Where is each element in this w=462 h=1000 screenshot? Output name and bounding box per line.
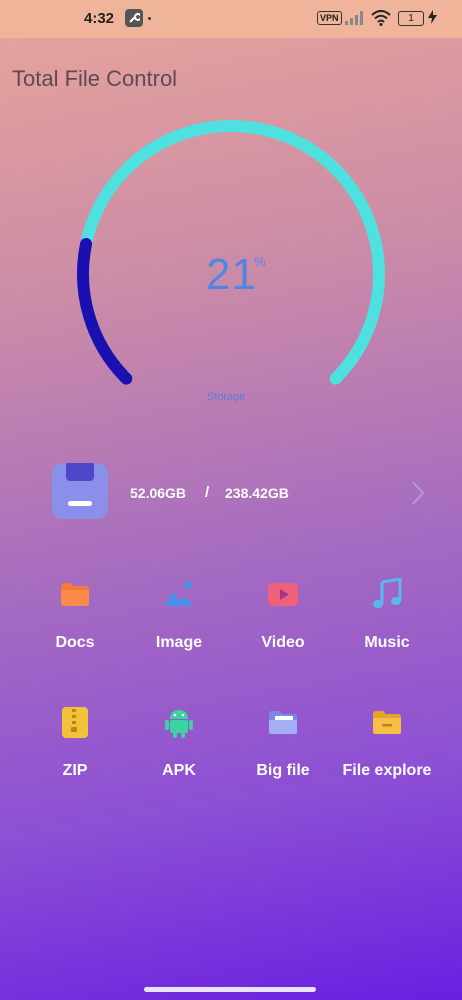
category-label: Music: [364, 634, 410, 651]
home-indicator[interactable]: [144, 987, 316, 992]
wifi-icon: [371, 10, 391, 26]
category-video[interactable]: Video: [231, 578, 335, 658]
category-label: Big file: [256, 762, 310, 779]
gauge-fill: [77, 237, 133, 385]
signal-icon: [345, 11, 363, 25]
big-file-folder-icon: [269, 711, 297, 734]
chevron-right-icon[interactable]: [410, 479, 426, 507]
category-docs[interactable]: Docs: [23, 578, 127, 658]
android-icon: [165, 710, 193, 738]
image-icon: [164, 581, 194, 606]
category-zip[interactable]: ZIP: [23, 706, 127, 786]
notification-dot-icon: [148, 17, 151, 20]
wrench-icon: [125, 9, 143, 27]
category-label: Image: [155, 634, 203, 651]
battery-icon: 1: [398, 11, 424, 26]
app-title: Total File Control: [12, 66, 178, 91]
folder-icon: [61, 583, 89, 606]
storage-summary-row[interactable]: 52.06GB / 238.42GB: [52, 463, 442, 523]
category-label: File explore: [342, 762, 432, 779]
category-label: APK: [162, 762, 196, 779]
vpn-badge: VPN: [317, 11, 342, 25]
gauge-percent-unit: %: [254, 254, 266, 269]
status-bar: 4:32 VPN 1: [0, 0, 462, 38]
category-label: Docs: [55, 634, 95, 651]
gauge-percent-value: 21: [206, 250, 257, 299]
charging-bolt-icon: [428, 10, 437, 24]
zip-icon: [62, 707, 88, 738]
storage-icon: [52, 463, 108, 519]
music-icon: [373, 578, 402, 608]
category-big-file[interactable]: Big file: [231, 706, 335, 786]
gauge-label: Storage: [207, 391, 246, 403]
video-icon: [268, 583, 298, 606]
category-image[interactable]: Image: [127, 578, 231, 658]
storage-separator: /: [205, 484, 210, 501]
category-file-explore[interactable]: File explore: [335, 706, 439, 786]
storage-used: 52.06GB: [130, 485, 187, 501]
status-time: 4:32: [84, 10, 115, 27]
storage-total: 238.42GB: [225, 485, 289, 501]
file-explore-folder-icon: [373, 711, 401, 734]
category-label: ZIP: [62, 762, 88, 779]
category-music[interactable]: Music: [335, 578, 439, 658]
category-apk[interactable]: APK: [127, 706, 231, 786]
category-label: Video: [261, 634, 305, 651]
